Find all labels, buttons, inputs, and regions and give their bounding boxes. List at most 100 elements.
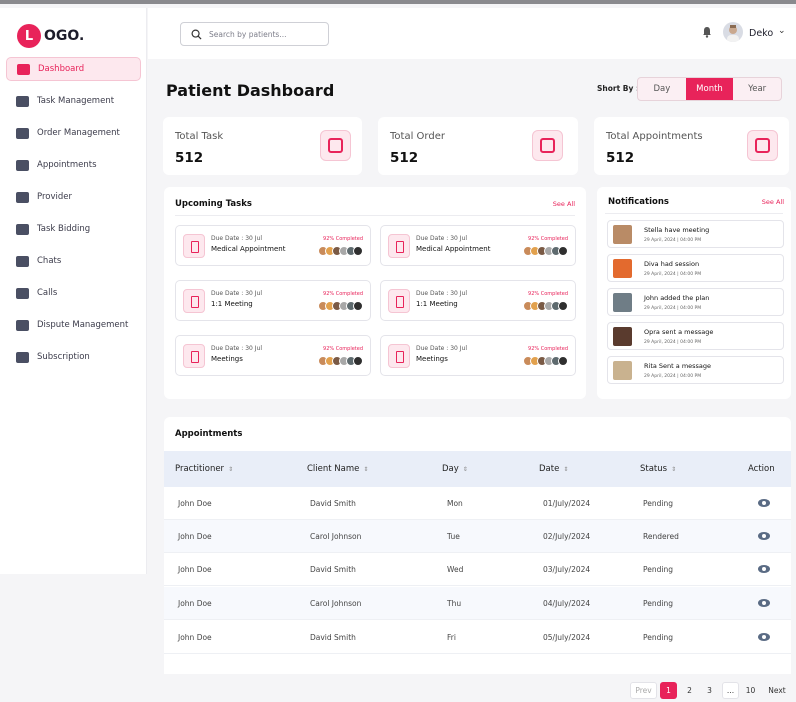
- sidebar-item-label: Order Management: [37, 128, 120, 138]
- eye-icon[interactable]: [758, 599, 770, 607]
- search-box[interactable]: [180, 22, 329, 46]
- sort-option-day[interactable]: Day: [638, 78, 686, 100]
- task-progress: 92% Completed: [528, 291, 568, 297]
- stat-label: Total Appointments: [606, 131, 703, 142]
- task-card[interactable]: Due Date : 30 Jul Meetings 92% Completed: [175, 335, 371, 376]
- column-header-action: Action: [748, 464, 775, 474]
- notification-item[interactable]: Opra sent a message 29 April, 2024 | 04:…: [607, 322, 784, 350]
- sort-option-month[interactable]: Month: [685, 78, 734, 100]
- cell-day: Tue: [447, 532, 460, 541]
- pagination-page-2[interactable]: 2: [681, 682, 698, 699]
- table-row: John Doe David Smith Fri 05/July/2024 Pe…: [164, 621, 791, 654]
- sidebar-item-label: Task Management: [37, 96, 115, 106]
- sidebar-item-dashboard[interactable]: Dashboard: [6, 57, 141, 81]
- cell-client-name: Carol Johnson: [310, 599, 362, 608]
- sidebar-item-label: Dispute Management: [37, 320, 129, 330]
- chevron-down-icon[interactable]: ⌄: [778, 26, 786, 36]
- column-header-day[interactable]: Day ⇕: [442, 464, 468, 474]
- user-name[interactable]: Deko: [749, 28, 773, 39]
- see-all-link[interactable]: See All: [762, 198, 784, 206]
- card-icon: [16, 351, 29, 363]
- column-header-status[interactable]: Status ⇕: [640, 464, 676, 474]
- pagination-next[interactable]: Next: [764, 682, 790, 699]
- sidebar-item-appointments[interactable]: Appointments: [6, 153, 141, 177]
- sidebar-item-dispute-management[interactable]: Dispute Management: [6, 313, 141, 337]
- task-due-date: Due Date : 30 Jul: [416, 345, 467, 352]
- column-header-practitioner[interactable]: Practitioner ⇕: [175, 464, 233, 474]
- task-card[interactable]: Due Date : 30 Jul Medical Appointment 92…: [380, 225, 576, 266]
- logo[interactable]: L OGO.: [17, 24, 84, 48]
- notification-time: 29 April, 2024 | 04:00 PM: [644, 374, 702, 379]
- divider: [175, 215, 575, 216]
- eye-icon[interactable]: [758, 532, 770, 540]
- sidebar-item-task-bidding[interactable]: Task Bidding: [6, 217, 141, 241]
- sort-icon: ⇕: [228, 465, 234, 473]
- eye-icon[interactable]: [758, 499, 770, 507]
- sidebar-item-subscription[interactable]: Subscription: [6, 345, 141, 369]
- sidebar-item-calls[interactable]: Calls: [6, 281, 141, 305]
- avatar: [613, 293, 632, 312]
- task-due-date: Due Date : 30 Jul: [211, 290, 262, 297]
- notification-time: 29 April, 2024 | 04:00 PM: [644, 306, 702, 311]
- notification-item[interactable]: John added the plan 29 April, 2024 | 04:…: [607, 288, 784, 316]
- avatar: [613, 259, 632, 278]
- cell-day: Mon: [447, 499, 463, 508]
- sidebar-item-order-management[interactable]: Order Management: [6, 121, 141, 145]
- topbar: Deko ⌄: [148, 8, 796, 59]
- table-row: John Doe David Smith Wed 03/July/2024 Pe…: [164, 553, 791, 586]
- avatar: [613, 225, 632, 244]
- sort-icon: ⇕: [563, 465, 569, 473]
- sidebar-item-task-management[interactable]: Task Management: [6, 89, 141, 113]
- section-title: Appointments: [175, 429, 243, 439]
- pagination-prev[interactable]: Prev: [630, 682, 657, 699]
- divider: [605, 213, 783, 214]
- section-title: Upcoming Tasks: [175, 199, 252, 209]
- search-input[interactable]: [209, 29, 319, 39]
- column-header-client-name[interactable]: Client Name ⇕: [307, 464, 368, 474]
- cell-practitioner: John Doe: [178, 499, 212, 508]
- notification-item[interactable]: Diva had session 29 April, 2024 | 04:00 …: [607, 254, 784, 282]
- cell-date: 01/July/2024: [543, 499, 591, 508]
- bell-icon[interactable]: [702, 26, 712, 38]
- phone-device-icon: [388, 289, 410, 313]
- notification-text: John added the plan: [644, 294, 710, 302]
- assignee-avatars: [523, 246, 568, 256]
- cell-date: 03/July/2024: [543, 565, 591, 574]
- pagination-page-3[interactable]: 3: [701, 682, 718, 699]
- sidebar-item-label: Calls: [37, 288, 58, 298]
- see-all-link[interactable]: See All: [553, 200, 575, 208]
- sidebar-item-provider[interactable]: Provider: [6, 185, 141, 209]
- task-due-date: Due Date : 30 Jul: [416, 290, 467, 297]
- eye-icon[interactable]: [758, 633, 770, 641]
- cell-client-name: Carol Johnson: [310, 532, 362, 541]
- user-add-icon: [16, 191, 29, 203]
- notification-item[interactable]: Stella have meeting 29 April, 2024 | 04:…: [607, 220, 784, 248]
- task-card[interactable]: Due Date : 30 Jul Meetings 92% Completed: [380, 335, 576, 376]
- sidebar: L OGO. Dashboard Task Management Order M…: [0, 8, 147, 574]
- table-row: John Doe David Smith Mon 01/July/2024 Pe…: [164, 487, 791, 520]
- pagination-page-10[interactable]: 10: [741, 682, 760, 699]
- cell-practitioner: John Doe: [178, 599, 212, 608]
- task-card[interactable]: Due Date : 30 Jul 1:1 Meeting 92% Comple…: [380, 280, 576, 321]
- assignee-avatars: [318, 246, 363, 256]
- table-row: John Doe Carol Johnson Tue 02/July/2024 …: [164, 520, 791, 553]
- sort-label: Short By :: [597, 84, 640, 93]
- pagination-page-1[interactable]: 1: [660, 682, 677, 699]
- phone-device-icon: [183, 344, 205, 368]
- task-name: Medical Appointment: [416, 245, 491, 253]
- phone-device-icon: [183, 234, 205, 258]
- stat-value: 512: [606, 150, 635, 166]
- cell-day: Thu: [447, 599, 462, 608]
- sidebar-item-label: Provider: [37, 192, 72, 202]
- column-header-date[interactable]: Date ⇕: [539, 464, 568, 474]
- sidebar-item-chats[interactable]: Chats: [6, 249, 141, 273]
- avatar[interactable]: [723, 22, 743, 42]
- notification-time: 29 April, 2024 | 04:00 PM: [644, 340, 702, 345]
- task-due-date: Due Date : 30 Jul: [211, 345, 262, 352]
- eye-icon[interactable]: [758, 565, 770, 573]
- notification-item[interactable]: Rita Sent a message 29 April, 2024 | 04:…: [607, 356, 784, 384]
- sort-option-year[interactable]: Year: [733, 78, 781, 100]
- task-card[interactable]: Due Date : 30 Jul 1:1 Meeting 92% Comple…: [175, 280, 371, 321]
- task-card[interactable]: Due Date : 30 Jul Medical Appointment 92…: [175, 225, 371, 266]
- notification-text: Opra sent a message: [644, 328, 714, 336]
